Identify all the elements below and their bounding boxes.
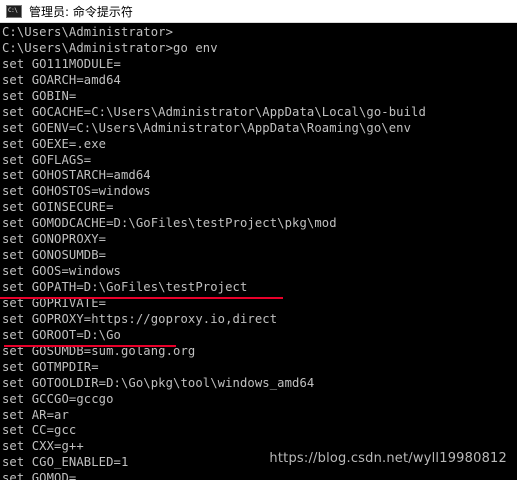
goroot-highlight-underline (4, 345, 176, 347)
console-line: set GOBIN= (2, 88, 77, 103)
console-line: C:\Users\Administrator>go env (2, 40, 218, 55)
console-line: set GOHOSTARCH=amd64 (2, 168, 151, 183)
console-line: set GONOSUMDB= (2, 248, 107, 263)
console-line: set GO111MODULE= (2, 56, 121, 71)
console-line: set CC=gcc (2, 423, 77, 438)
console-output[interactable]: C:\Users\Administrator> C:\Users\Adminis… (0, 25, 517, 480)
console-line: set GOHOSTOS=windows (2, 184, 151, 199)
console-line: set GOINSECURE= (2, 200, 114, 215)
watermark: https://blog.csdn.net/wyll19980812 (269, 451, 507, 466)
console-line: set GONOPROXY= (2, 232, 107, 247)
console-line: set GOMODCACHE=D:\GoFiles\testProject\pk… (2, 216, 337, 231)
console-line: set GOTMPDIR= (2, 359, 99, 374)
console-line: set GOARCH=amd64 (2, 72, 121, 87)
console-line: set GOENV=C:\Users\Administrator\AppData… (2, 120, 412, 135)
console-line: set GOOS=windows (2, 264, 121, 279)
title-bar[interactable]: C:\ 管理员: 命令提示符 (0, 0, 517, 23)
console-line: set GOTOOLDIR=D:\Go\pkg\tool\windows_amd… (2, 375, 315, 390)
console-line: set GOPROXY=https://goproxy.io,direct (2, 311, 278, 326)
console-line: set GOEXE=.exe (2, 136, 107, 151)
console-line: set AR=ar (2, 407, 69, 422)
console-line: set GOCACHE=C:\Users\Administrator\AppDa… (2, 104, 426, 119)
console-line: set GOFLAGS= (2, 152, 92, 167)
console-line: set GCCGO=gccgo (2, 391, 114, 406)
gopath-highlight-underline (0, 297, 283, 299)
console-line-gopath: set GOPATH=D:\GoFiles\testProject (2, 280, 248, 294)
window-title: 管理员: 命令提示符 (29, 4, 133, 19)
console-line: set GOMOD= (2, 471, 77, 480)
cmd-icon: C:\ (6, 4, 22, 18)
console-line-goroot: set GOROOT=D:\Go (2, 327, 121, 342)
console-line: C:\Users\Administrator> (2, 25, 174, 39)
